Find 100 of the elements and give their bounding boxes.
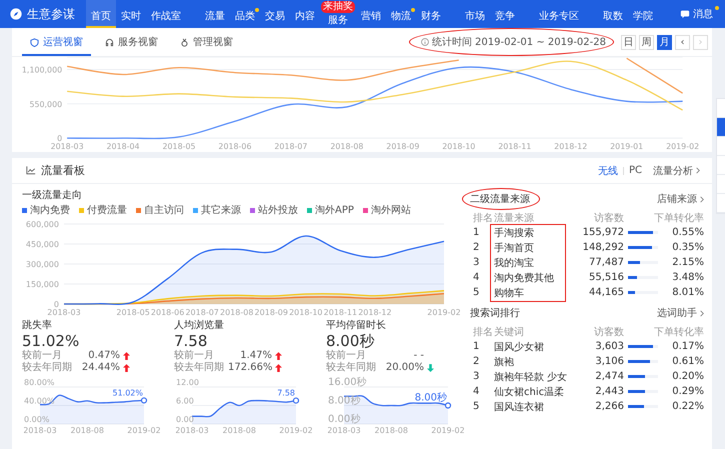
axis-label: 2019-02 xyxy=(431,426,464,435)
axis-label: 8.00秒 xyxy=(328,396,360,406)
nav-item[interactable]: 营销 xyxy=(356,0,386,28)
axis-label: 2018-03 xyxy=(50,142,84,152)
legend-label: 自主访问 xyxy=(144,204,184,218)
nav-item[interactable]: 品类 xyxy=(230,0,260,28)
period-button[interactable]: 月 xyxy=(657,34,672,50)
channel-tab[interactable]: PC xyxy=(628,165,642,176)
nav-item[interactable]: 实时 xyxy=(116,0,146,28)
section-title: 一级流量走向 xyxy=(22,188,83,203)
rank-cell-text: 3 xyxy=(472,257,480,268)
nav-item[interactable]: 学院 xyxy=(628,0,658,28)
axis-label: 300,000 xyxy=(26,260,59,269)
chevron-right-icon xyxy=(700,196,704,202)
analysis-link[interactable]: 流量分析 xyxy=(653,164,700,178)
comparison-label: 较去年同期 xyxy=(22,362,73,374)
table-link[interactable]: 选词助手 xyxy=(657,306,704,320)
comparison-value: 0.47% xyxy=(87,350,120,362)
channel-tab[interactable]: 无线 xyxy=(598,164,618,178)
axis-label: 12.00 xyxy=(176,378,199,387)
side-tab[interactable] xyxy=(717,118,725,137)
chevron-right-icon xyxy=(696,167,700,174)
point-marker xyxy=(444,402,452,409)
comparison-value: 24.44% xyxy=(80,362,120,374)
nav-item[interactable]: 流量 xyxy=(200,0,230,28)
axis-label: 2018-03 xyxy=(328,426,361,435)
rate-cell-text: 0.55% xyxy=(671,227,704,238)
period-button[interactable]: 日 xyxy=(621,34,636,50)
legend-label: 淘外网站 xyxy=(370,204,411,218)
visitors-cell-text: 155,972 xyxy=(582,227,625,238)
nav-item[interactable]: 市场 xyxy=(460,0,490,28)
period-button[interactable]: 周 xyxy=(639,34,654,50)
axis-label: 2019-02 xyxy=(427,308,461,317)
axis-label: 2018-11 xyxy=(324,308,358,317)
view-tab[interactable]: 管理视窗 xyxy=(172,28,241,56)
axis-label: 2018-08 xyxy=(330,142,364,152)
nav-item[interactable]: 业务专区 xyxy=(534,0,584,28)
visitors-cell-text: 55,516 xyxy=(588,272,625,283)
axis-label: 600,000 xyxy=(26,220,59,229)
message-button[interactable]: 消息 xyxy=(680,0,717,28)
axis-label: 0.00 xyxy=(176,415,194,424)
axis-label: 2019-01 xyxy=(610,142,644,152)
rank-cell-text: 5 xyxy=(472,287,480,298)
nav-item[interactable]: 竞争 xyxy=(490,0,520,28)
chat-icon xyxy=(680,9,690,19)
axis-label: 2018-07 xyxy=(274,142,308,152)
rate-cell-text: 0.29% xyxy=(671,386,704,397)
date-range-label: 统计时间 2019-02-01 ~ 2019-02-28 xyxy=(432,36,606,49)
comparison-label: 较前一月 xyxy=(174,350,215,362)
axis-label: 2018-08 xyxy=(222,426,256,435)
rate-cell-text: 0.20% xyxy=(671,371,704,382)
view-tab[interactable]: 服务视窗 xyxy=(97,28,166,56)
axis-label: 0 xyxy=(57,134,62,144)
axis-label: 2018-06 xyxy=(218,142,252,152)
rate-cell-text: 0.61% xyxy=(671,356,704,367)
data-label: 7.58 xyxy=(277,388,295,398)
visitors-cell-text: 148,292 xyxy=(582,242,625,253)
axis-label: 2018-03 xyxy=(24,426,57,435)
nav-item[interactable]: 首页 xyxy=(86,0,116,28)
metric-title: 跳失率 xyxy=(22,320,53,332)
name-cell-text: 手淘首页 xyxy=(494,242,535,254)
nav-item[interactable]: 服务 xyxy=(320,13,356,28)
metric-value: 8.00秒 xyxy=(326,332,376,350)
comparison-label: 较前一月 xyxy=(326,350,367,362)
comparison-label: 较去年同期 xyxy=(326,362,377,374)
name-cell-text: 我的淘宝 xyxy=(494,256,535,270)
axis-label: 2019-02 xyxy=(666,142,700,152)
visitors-cell-text: 2,443 xyxy=(594,386,625,397)
legend-label: 付费流量 xyxy=(87,204,127,218)
nav-item[interactable]: 物流 xyxy=(386,0,416,28)
rank-cell-text: 4 xyxy=(472,386,480,397)
pager-button[interactable]: ‹ xyxy=(675,34,690,50)
axis-label: 2019-02 xyxy=(279,426,312,435)
name-cell-text: 淘内免费其他 xyxy=(494,272,555,284)
rate-cell-text: 2.15% xyxy=(671,257,704,268)
nav-item[interactable]: 作战室 xyxy=(146,0,186,28)
axis-label: 2019-02 xyxy=(127,426,160,435)
view-tab[interactable]: 运营视窗 xyxy=(22,28,91,56)
card-title: 流量看板 xyxy=(41,163,85,178)
axis-label: 2018-11 xyxy=(498,142,532,152)
axis-label: 2018-10 xyxy=(442,142,476,152)
axis-label: 2018-08 xyxy=(220,308,254,317)
rank-cell-text: 3 xyxy=(472,371,480,382)
legend-label: 淘外APP xyxy=(315,204,354,218)
rate-cell-text: 8.01% xyxy=(671,287,704,298)
rank-cell-text: 5 xyxy=(472,401,480,412)
nav-item[interactable]: 财务 xyxy=(416,0,446,28)
nav-item[interactable]: 取数 xyxy=(598,0,628,28)
nav-item[interactable]: 内容 xyxy=(290,0,320,28)
visitors-cell-text: 44,165 xyxy=(588,287,625,298)
table-link[interactable]: 店铺来源 xyxy=(657,192,704,206)
rank-cell-text: 4 xyxy=(472,272,480,283)
column-header: 排名 xyxy=(472,212,494,224)
name-cell-text: 国风少女裙 xyxy=(494,340,545,354)
axis-label: 2018-05 xyxy=(116,308,150,317)
name-cell-text: 仙女裙chic温柔 xyxy=(494,386,566,398)
compass-logo-icon xyxy=(10,8,22,20)
column-header: 访客数 xyxy=(593,212,625,224)
nav-item[interactable]: 交易 xyxy=(260,0,290,28)
comparison-label: 较前一月 xyxy=(22,350,63,362)
